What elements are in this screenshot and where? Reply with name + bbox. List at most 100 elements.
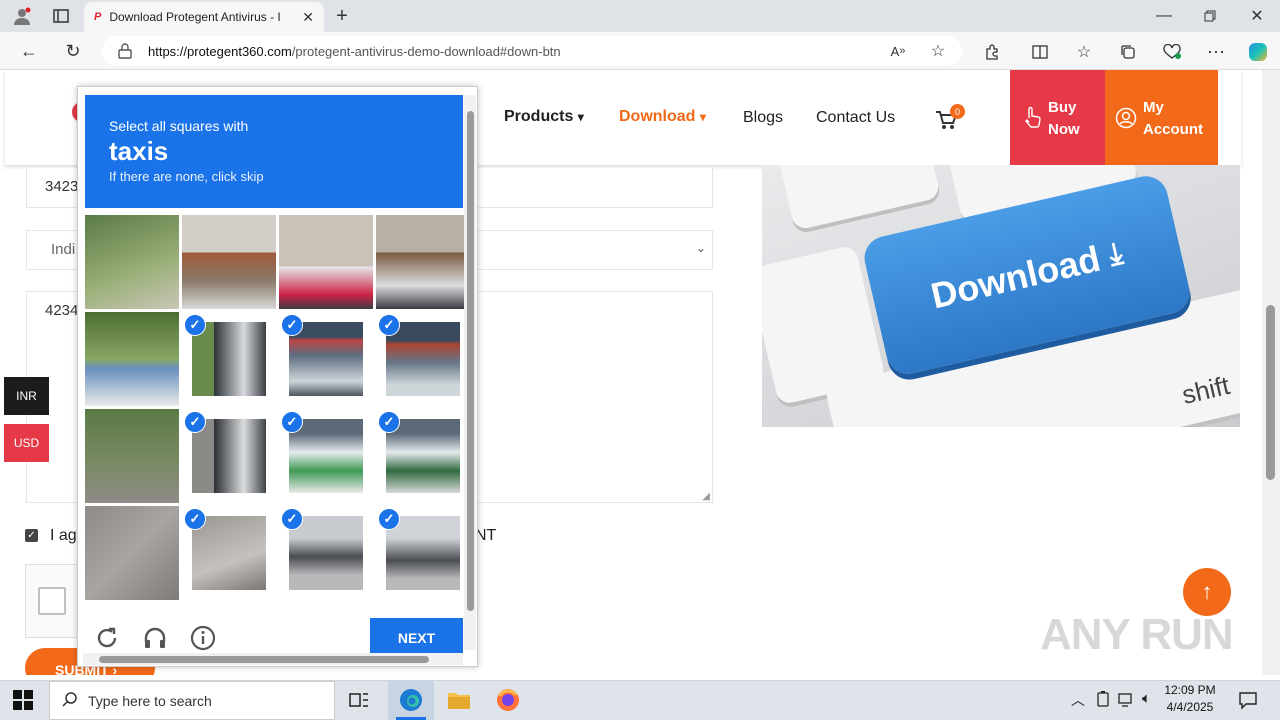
captcha-tile-image [85,312,179,406]
browser-tab-active[interactable]: P Download Protegent Antivirus - I ✕ [84,2,324,32]
nav-blogs[interactable]: Blogs [743,109,783,127]
checkmark-icon: ✓ [184,314,206,336]
captcha-tile[interactable]: ✓ [279,312,373,406]
chevron-down-icon: ⌄ [695,241,706,255]
page-scrollbar-thumb[interactable] [1266,305,1275,480]
collections-icon[interactable] [1116,40,1140,64]
close-tab-icon[interactable]: ✕ [302,9,314,26]
edge-icon [399,688,423,717]
nav-contact[interactable]: Contact Us [816,109,895,127]
read-aloud-icon[interactable]: A» [888,41,908,61]
captcha-tile[interactable]: ✓ [182,506,276,600]
captcha-tile[interactable] [85,409,179,503]
buy-now-button[interactable]: Buy Now [1010,70,1105,165]
user-icon [1115,107,1137,136]
chevron-down-icon: ▾ [699,110,706,124]
captcha-header: Select all squares with taxis If there a… [85,95,463,208]
recaptcha-checkbox[interactable] [38,587,66,615]
network-icon[interactable] [1118,691,1136,712]
nav-products[interactable]: Products ▾ [504,108,584,126]
task-view-icon[interactable] [349,690,369,715]
chevron-down-icon: ▾ [577,110,584,124]
captcha-tile-grid: ✓ ✓ ✓ ✓ ✓ ✓ ✓ ✓ ✓ [85,215,470,601]
hand-pointer-icon [1022,106,1042,135]
captcha-tile-image [386,322,460,396]
captcha-vertical-scrollbar[interactable] [464,95,476,650]
resize-handle-icon[interactable]: ◢ [702,491,710,502]
favorite-star-icon[interactable]: ☆ [928,41,948,61]
next-button[interactable]: NEXT [370,618,463,658]
battery-icon[interactable] [1096,691,1110,712]
restore-icon[interactable] [1196,4,1224,28]
recaptcha-widget [25,564,85,638]
currency-inr-button[interactable]: INR [4,377,49,415]
currency-usd-button[interactable]: USD [4,424,49,462]
extensions-icon[interactable] [980,40,1004,64]
captcha-tile[interactable] [376,215,470,309]
url-path: /protegent-antivirus-demo-download#down-… [291,43,561,59]
captcha-tile[interactable] [85,312,179,406]
nav-download[interactable]: Download ▾ [619,108,706,126]
tab-actions-icon[interactable] [48,4,74,28]
captcha-tile[interactable]: ✓ [182,312,276,406]
close-window-icon[interactable]: ✕ [1243,4,1271,28]
captcha-tile[interactable] [182,215,276,309]
captcha-hint: If there are none, click skip [109,169,264,184]
captcha-tile-image [192,516,266,590]
agree-checkbox[interactable]: ✓ [25,529,38,542]
captcha-tile[interactable]: ✓ [279,506,373,600]
copilot-icon[interactable] [1245,39,1271,65]
page-scrollbar[interactable] [1262,70,1280,675]
show-hidden-icons-chevron-icon[interactable]: ︿ [1071,690,1085,710]
captcha-tile-image [289,419,363,493]
info-icon[interactable] [190,625,216,656]
firefox-icon[interactable] [496,688,520,717]
volume-icon[interactable]: 🔈︎ [1142,690,1151,707]
my-account-line2: Account [1143,121,1203,138]
captcha-tile[interactable] [85,215,179,309]
captcha-hscroll-thumb[interactable] [99,656,429,663]
clock-time: 12:09 PM [1164,683,1216,697]
reload-icon[interactable] [94,625,120,656]
refresh-icon[interactable]: ↻ [60,38,86,64]
captcha-tile-image [85,215,179,309]
captcha-vscroll-thumb[interactable] [467,111,474,611]
taskbar-search-box[interactable]: Type here to search [49,681,335,720]
browser-essentials-icon[interactable] [1160,40,1184,64]
scroll-to-top-button[interactable]: ↑ [1183,568,1231,616]
my-account-button[interactable]: My Account [1105,70,1218,165]
captcha-tile-image [386,516,460,590]
taskbar-edge-app[interactable] [388,681,434,720]
lock-icon [118,43,132,62]
captcha-tile[interactable]: ✓ [376,506,470,600]
windows-start-icon[interactable] [12,689,34,716]
form-text-field-value: 3423 [45,178,79,195]
captcha-tile[interactable]: ✓ [376,409,470,503]
captcha-tile[interactable]: ✓ [376,312,470,406]
file-explorer-icon[interactable] [447,689,471,716]
download-key-text: Download [927,237,1104,317]
taskbar-clock[interactable]: 12:09 PM 4/4/2025 [1158,682,1222,718]
captcha-horizontal-scrollbar[interactable] [83,653,463,665]
more-menu-icon[interactable]: ⋯ [1204,40,1228,64]
cart-icon[interactable]: 0 [935,104,965,135]
favorites-icon[interactable]: ☆ [1072,40,1096,64]
audio-challenge-icon[interactable] [142,625,168,656]
buy-now-line2: Now [1048,121,1080,138]
captcha-tile-image [192,322,266,396]
minimize-icon[interactable]: — [1150,4,1178,28]
arrow-up-icon: ↑ [1201,579,1213,604]
captcha-tile[interactable]: ✓ [182,409,276,503]
captcha-tile[interactable] [279,215,373,309]
my-account-line1: My [1143,99,1164,116]
profile-icon[interactable] [8,4,36,28]
split-screen-icon[interactable] [1028,40,1052,64]
captcha-tile[interactable]: ✓ [279,409,373,503]
new-tab-button[interactable]: + [330,4,354,28]
captcha-tile-image [386,419,460,493]
url-field[interactable]: https://protegent360.com/protegent-antiv… [102,36,962,66]
checkmark-icon: ✓ [378,411,400,433]
notifications-icon[interactable] [1238,690,1258,715]
back-icon[interactable]: ← [16,38,42,64]
captcha-tile[interactable] [85,506,179,600]
